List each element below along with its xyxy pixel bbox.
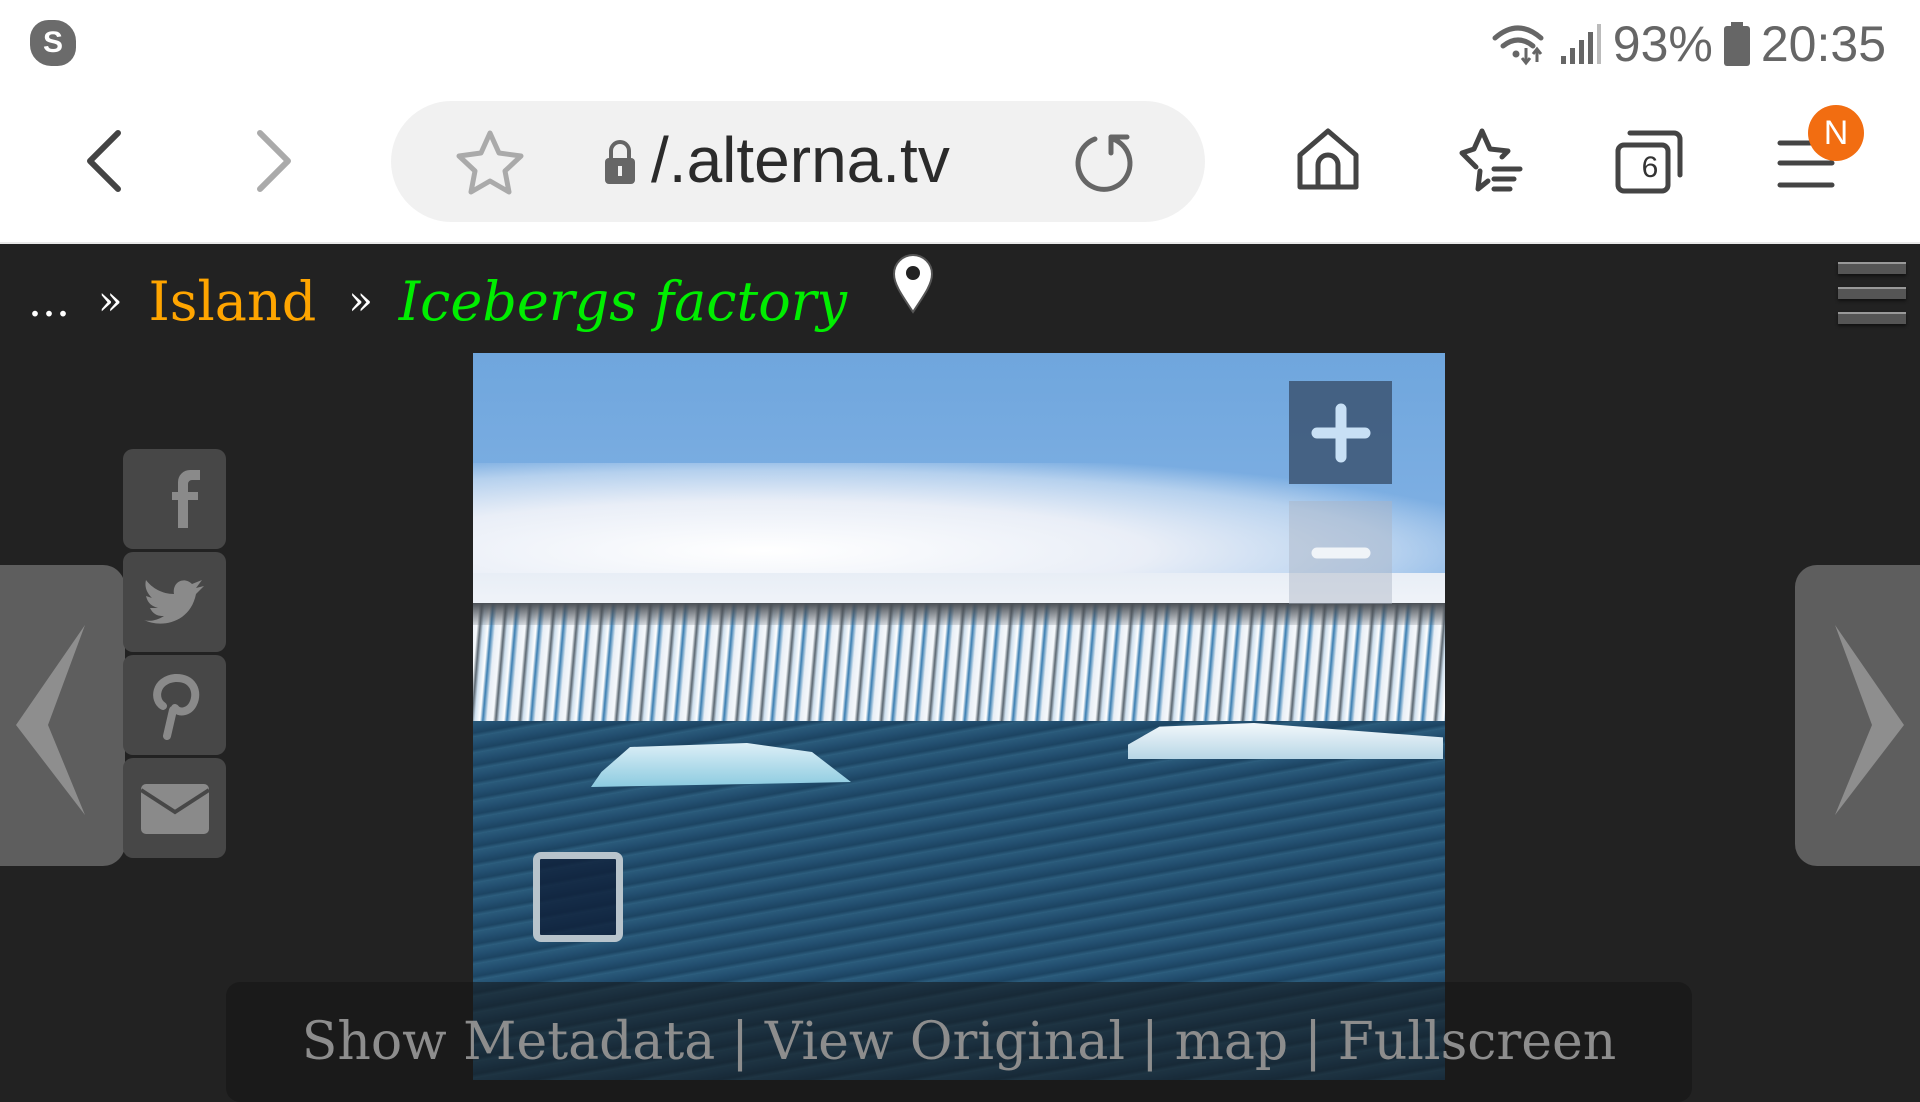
url-text[interactable]: /.alterna.tv — [651, 123, 950, 197]
map-link[interactable]: map — [1175, 1012, 1289, 1072]
breadcrumb: ... » Island » Icebergs factory — [28, 254, 935, 346]
share-facebook-button[interactable] — [123, 449, 226, 549]
select-checkbox[interactable] — [533, 852, 623, 942]
breadcrumb-current: Icebergs factory — [398, 269, 848, 333]
social-share-bar — [123, 449, 226, 861]
clock: 20:35 — [1760, 16, 1886, 72]
breadcrumb-separator: » — [97, 278, 123, 324]
breadcrumb-separator: » — [348, 278, 373, 324]
menu-line — [1838, 287, 1906, 299]
photo-glacier-edge — [473, 603, 1445, 625]
home-icon[interactable] — [1290, 123, 1366, 199]
link-separator: | — [1141, 1012, 1159, 1072]
arrow-left-icon — [16, 625, 85, 815]
signal-icon — [1560, 24, 1601, 64]
next-image-button[interactable] — [1795, 565, 1920, 866]
zoom-out-button[interactable] — [1289, 501, 1392, 604]
bookmark-star-icon[interactable] — [455, 129, 525, 195]
breadcrumb-ellipsis[interactable]: ... — [28, 276, 70, 327]
wifi-icon — [1492, 25, 1544, 66]
battery-icon — [1723, 22, 1750, 66]
image-actions-bar: Show Metadata | View Original | map | Fu… — [226, 982, 1692, 1102]
profile-badge-letter: N — [1823, 114, 1849, 152]
minus-icon — [1311, 547, 1370, 558]
lock-icon — [605, 140, 635, 184]
link-separator: | — [1304, 1012, 1322, 1072]
skype-letter: S — [42, 26, 63, 59]
show-metadata-link[interactable]: Show Metadata — [302, 1012, 716, 1072]
share-twitter-button[interactable] — [123, 552, 226, 652]
status-indicators: 93% 20:35 — [1491, 14, 1886, 74]
arrow-right-icon — [1835, 625, 1904, 815]
menu-line — [1838, 312, 1906, 324]
tab-count: 6 — [1641, 151, 1659, 184]
share-pinterest-button[interactable] — [123, 655, 226, 755]
twitter-icon — [143, 580, 204, 624]
skype-icon: S — [30, 20, 76, 66]
menu-line — [1838, 262, 1906, 274]
forward-icon[interactable] — [238, 125, 308, 195]
photo-viewer[interactable] — [473, 353, 1445, 1080]
link-separator: | — [731, 1012, 749, 1072]
pinterest-icon — [152, 674, 199, 740]
map-pin-icon[interactable] — [891, 254, 935, 314]
reload-icon[interactable] — [1071, 129, 1137, 195]
zoom-in-button[interactable] — [1289, 381, 1392, 484]
plus-icon — [1311, 403, 1370, 462]
previous-image-button[interactable] — [0, 565, 125, 866]
status-bar: S 93% 20:35 — [0, 0, 1920, 95]
address-bar[interactable]: /.alterna.tv — [391, 101, 1205, 222]
battery-percent: 93% — [1612, 16, 1713, 72]
profile-badge[interactable]: N — [1808, 105, 1864, 161]
breadcrumb-island-link[interactable]: Island — [148, 270, 316, 333]
page-menu-button[interactable] — [1838, 262, 1906, 337]
bookmarks-icon[interactable] — [1450, 123, 1526, 199]
email-icon — [139, 784, 210, 834]
back-icon[interactable] — [70, 125, 140, 195]
share-email-button[interactable] — [123, 758, 226, 858]
fullscreen-link[interactable]: Fullscreen — [1338, 1012, 1617, 1072]
facebook-icon — [171, 470, 200, 528]
browser-toolbar: /.alterna.tv 6 N — [0, 95, 1920, 244]
view-original-link[interactable]: View Original — [765, 1012, 1125, 1072]
